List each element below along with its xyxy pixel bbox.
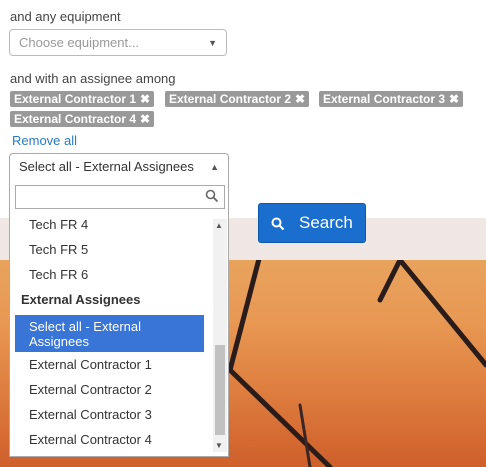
option-select-all-external[interactable]: Select all - External Assignees xyxy=(15,315,204,352)
scroll-down-icon[interactable]: ▼ xyxy=(215,441,223,450)
option-tech-fr-6[interactable]: Tech FR 6 xyxy=(15,268,204,294)
option-external-contractor-2[interactable]: External Contractor 2 xyxy=(15,383,204,409)
assignee-select[interactable]: Select all - External Assignees ▲ xyxy=(9,153,229,181)
assignee-dropdown: Tech FR 4 Tech FR 5 Tech FR 6 External A… xyxy=(9,181,229,457)
dropdown-search-input[interactable] xyxy=(15,185,225,209)
dropdown-scrollbar[interactable]: ▲ ▼ xyxy=(213,219,227,452)
equipment-placeholder: Choose equipment... xyxy=(19,35,139,50)
assignee-tag: External Contractor 1 ✖ xyxy=(10,91,155,107)
equipment-select[interactable]: Choose equipment... ▼ xyxy=(9,29,227,56)
option-external-contractor-3[interactable]: External Contractor 3 xyxy=(15,408,204,434)
option-external-contractor-1[interactable]: External Contractor 1 xyxy=(15,358,204,384)
assignee-tag: External Contractor 3 ✖ xyxy=(319,91,464,107)
close-icon[interactable]: ✖ xyxy=(449,91,459,107)
option-select-all-line1: Select all - External xyxy=(29,319,141,334)
close-icon[interactable]: ✖ xyxy=(295,91,305,107)
scroll-up-icon[interactable]: ▲ xyxy=(215,221,223,230)
assignee-tag-label: External Contractor 3 xyxy=(323,92,446,106)
assignee-select-value: Select all - External Assignees xyxy=(19,159,194,174)
chevron-up-icon: ▲ xyxy=(210,162,219,172)
search-button[interactable]: Search xyxy=(258,203,366,243)
search-icon xyxy=(205,189,219,203)
option-tech-fr-5[interactable]: Tech FR 5 xyxy=(15,243,204,269)
chevron-down-icon: ▼ xyxy=(208,38,217,48)
option-external-contractor-4[interactable]: External Contractor 4 xyxy=(15,433,204,454)
assignee-tag-label: External Contractor 2 xyxy=(169,92,292,106)
assignee-tag: External Contractor 2 ✖ xyxy=(165,91,310,107)
search-icon xyxy=(271,217,285,231)
assignee-tag-label: External Contractor 1 xyxy=(14,92,137,106)
remove-all-link[interactable]: Remove all xyxy=(12,133,77,148)
equipment-label: and any equipment xyxy=(10,9,121,24)
assignee-tag: External Contractor 4 ✖ xyxy=(10,111,155,127)
close-icon[interactable]: ✖ xyxy=(140,111,150,127)
search-button-label: Search xyxy=(299,213,353,232)
close-icon[interactable]: ✖ xyxy=(140,91,150,107)
option-select-all-line2: Assignees xyxy=(29,334,89,349)
assignee-label: and with an assignee among xyxy=(10,71,176,86)
scrollbar-thumb[interactable] xyxy=(215,345,225,435)
option-tech-fr-4[interactable]: Tech FR 4 xyxy=(15,218,204,244)
assignee-tag-label: External Contractor 4 xyxy=(14,112,137,126)
